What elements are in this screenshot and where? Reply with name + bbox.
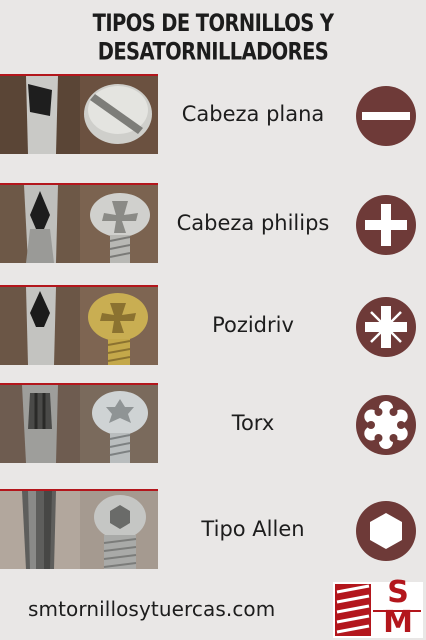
flat-screwdriver-and-screw-photo [0,74,158,154]
logo-letter-s: S [387,575,409,610]
row-label: Cabeza philips [176,211,330,235]
pozidriv-icon [356,297,416,357]
screw-type-row-phillips: Cabeza philips [0,183,426,263]
screw-type-row-flat: Cabeza plana [0,74,426,154]
sm-logo: S M [333,578,423,638]
allen-hex-icon [356,501,416,561]
screw-type-row-pozidriv: Pozidriv [0,285,426,365]
logo-letter-m: M [383,605,413,640]
screw-type-row-torx: Torx [0,383,426,463]
row-label: Tipo Allen [201,517,305,541]
row-label: Pozidriv [212,313,294,337]
torx-star-icon [356,395,416,455]
allen-key-and-screw-photo [0,489,158,569]
page-title: TIPOS DE TORNILLOS Y DESATORNILLADORES [92,8,334,66]
logo-text: S M [373,578,423,638]
phillips-screwdriver-and-screw-photo [0,183,158,263]
website-url: smtornillosytuercas.com [28,597,276,621]
screw-type-row-allen: Tipo Allen [0,489,426,569]
row-label: Cabeza plana [181,102,325,126]
row-label: Torx [231,411,275,435]
pozidriv-screwdriver-and-screw-photo [0,285,158,365]
phillips-cross-icon [356,195,416,255]
torx-screwdriver-and-screw-photo [0,383,158,463]
flat-slot-icon [356,86,416,146]
